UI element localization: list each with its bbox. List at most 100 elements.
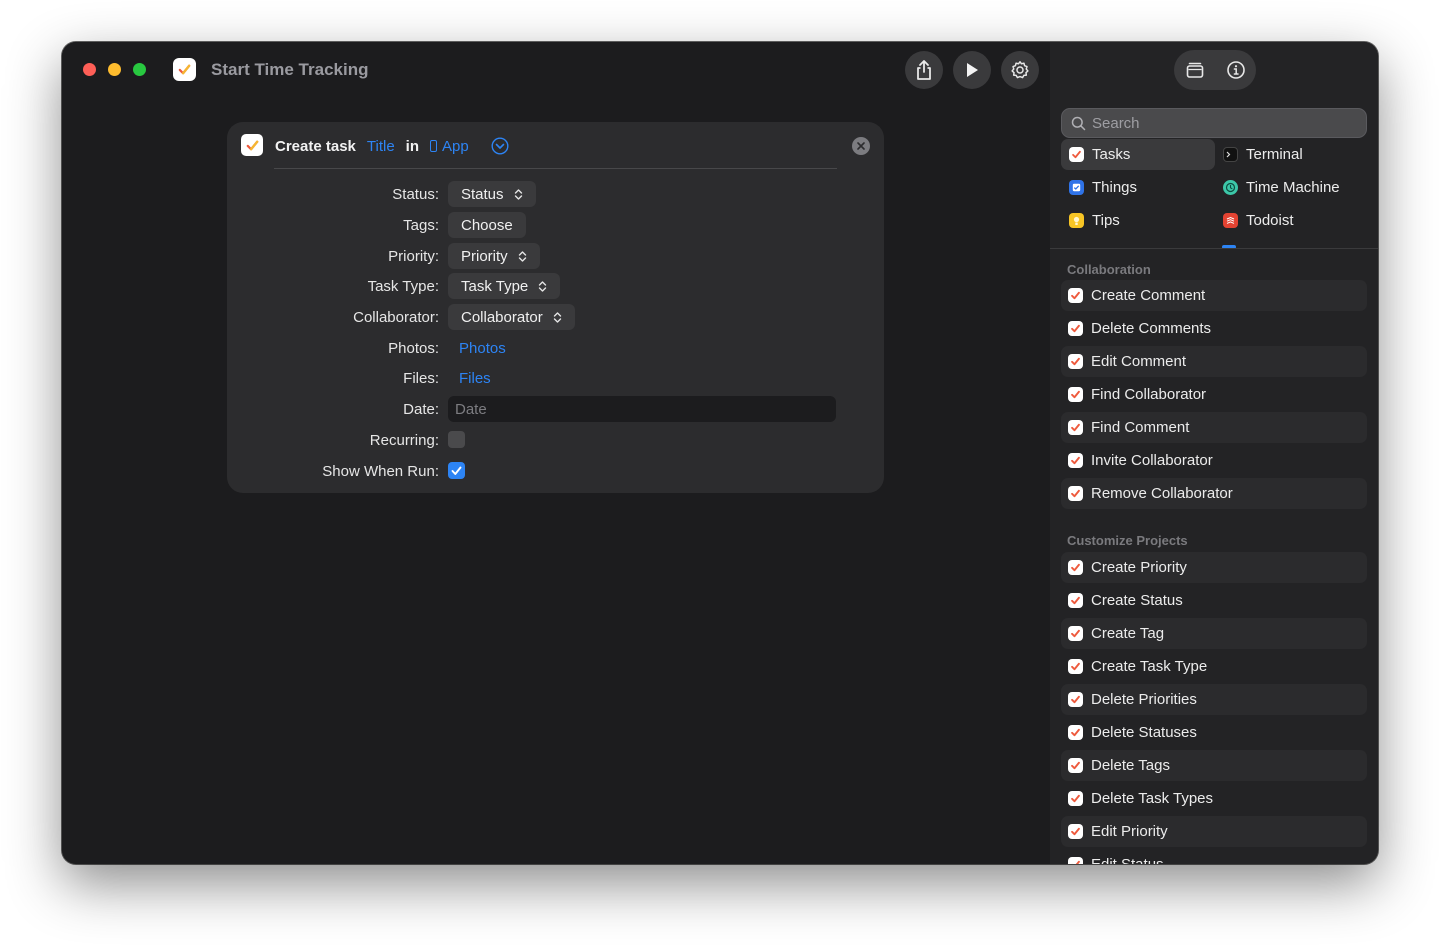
action-row[interactable]: Edit Priority xyxy=(1061,816,1367,847)
task-type-popup-value: Task Type xyxy=(461,277,529,295)
action-row[interactable]: Delete Comments xyxy=(1061,313,1367,344)
create-task-action-card[interactable]: Create task Title in App Status: Status … xyxy=(227,122,884,493)
title-token[interactable]: Title xyxy=(367,138,395,155)
collaborator-popup[interactable]: Collaborator xyxy=(448,304,575,330)
sidebar-segmented-control xyxy=(1174,50,1256,90)
action-row-label: Create Tag xyxy=(1091,625,1165,642)
tags-choose-button[interactable]: Choose xyxy=(448,212,526,238)
time-machine-icon xyxy=(1223,180,1238,195)
share-button[interactable] xyxy=(905,51,943,89)
priority-popup[interactable]: Priority xyxy=(448,243,540,269)
chevron-up-down-icon xyxy=(538,280,547,293)
terminal-icon xyxy=(1223,147,1238,162)
library-tab-button[interactable] xyxy=(1174,50,1215,90)
date-label: Date: xyxy=(403,401,439,418)
action-row[interactable]: Find Collaborator xyxy=(1061,379,1367,410)
action-row[interactable]: Edit Comment xyxy=(1061,346,1367,377)
app-item-label: Tips xyxy=(1092,212,1120,229)
info-tab-button[interactable] xyxy=(1215,50,1256,90)
priority-popup-value: Priority xyxy=(461,247,508,265)
section-title-collaboration: Collaboration xyxy=(1067,262,1151,277)
action-row[interactable]: Create Priority xyxy=(1061,552,1367,583)
action-row[interactable]: Delete Statuses xyxy=(1061,717,1367,748)
collaborator-popup-value: Collaborator xyxy=(461,308,543,326)
photos-link[interactable]: Photos xyxy=(459,340,506,357)
in-word: in xyxy=(405,137,420,155)
show-more-button[interactable] xyxy=(491,137,509,155)
action-row[interactable]: Delete Priorities xyxy=(1061,684,1367,715)
action-row[interactable]: Edit Status xyxy=(1061,849,1367,864)
app-token[interactable]: App xyxy=(430,138,469,155)
action-row[interactable]: Create Comment xyxy=(1061,280,1367,311)
settings-button[interactable] xyxy=(1001,51,1039,89)
close-icon xyxy=(857,142,865,150)
tasks-action-icon xyxy=(241,134,263,156)
window-title: Start Time Tracking xyxy=(211,60,369,79)
close-window-button[interactable] xyxy=(83,63,96,76)
app-item-todoist[interactable]: Todoist xyxy=(1215,205,1369,236)
task-type-label: Task Type: xyxy=(367,278,439,295)
tasks-icon xyxy=(1068,857,1083,864)
action-row[interactable]: Delete Task Types xyxy=(1061,783,1367,814)
app-item-things[interactable]: Things xyxy=(1061,172,1215,203)
tasks-icon xyxy=(1068,420,1083,435)
chevron-up-down-icon xyxy=(514,188,523,201)
recurring-label: Recurring: xyxy=(369,432,439,449)
gear-icon xyxy=(1009,59,1031,81)
tasks-icon xyxy=(1068,354,1083,369)
action-row-label: Delete Priorities xyxy=(1091,691,1197,708)
search-field[interactable] xyxy=(1061,108,1367,138)
chevron-down-circle-icon xyxy=(491,137,509,155)
date-field[interactable]: Date xyxy=(448,396,836,422)
priority-label: Priority: xyxy=(388,248,439,265)
things-icon xyxy=(1069,180,1084,195)
tasks-icon xyxy=(1068,453,1083,468)
editor-pane: Start Time Tracking Create task Title in… xyxy=(62,42,1050,864)
action-row-label: Delete Statuses xyxy=(1091,724,1197,741)
action-row[interactable]: Delete Tags xyxy=(1061,750,1367,781)
tasks-icon xyxy=(1068,824,1083,839)
device-icon xyxy=(430,140,438,152)
zoom-window-button[interactable] xyxy=(133,63,146,76)
show-when-run-checkbox[interactable] xyxy=(448,462,465,479)
photos-label: Photos: xyxy=(388,340,439,357)
tasks-icon xyxy=(1069,147,1084,162)
app-item-time-machine[interactable]: Time Machine xyxy=(1215,172,1369,203)
task-type-popup[interactable]: Task Type xyxy=(448,273,561,299)
action-row[interactable]: Create Tag xyxy=(1061,618,1367,649)
app-item-terminal[interactable]: Terminal xyxy=(1215,139,1369,170)
sidebar-divider xyxy=(1050,248,1378,249)
tasks-icon xyxy=(1068,791,1083,806)
tasks-icon xyxy=(1068,486,1083,501)
tasks-icon xyxy=(1068,593,1083,608)
search-input[interactable] xyxy=(1092,114,1352,132)
action-row[interactable]: Create Status xyxy=(1061,585,1367,616)
header-divider xyxy=(274,168,837,169)
action-row-label: Edit Comment xyxy=(1091,353,1187,370)
action-row-label: Edit Status xyxy=(1091,856,1164,864)
action-row-label: Delete Comments xyxy=(1091,320,1212,337)
action-row-label: Edit Priority xyxy=(1091,823,1168,840)
app-item-label: Time Machine xyxy=(1246,179,1340,196)
section-title-customize-projects: Customize Projects xyxy=(1067,533,1188,548)
remove-action-button[interactable] xyxy=(852,137,870,155)
app-item-label: Things xyxy=(1092,179,1138,196)
run-button[interactable] xyxy=(953,51,991,89)
action-row[interactable]: Invite Collaborator xyxy=(1061,445,1367,476)
recurring-checkbox[interactable] xyxy=(448,431,465,448)
status-label: Status: xyxy=(392,186,439,203)
minimize-window-button[interactable] xyxy=(108,63,121,76)
app-item-tips[interactable]: Tips xyxy=(1061,205,1215,236)
todoist-icon xyxy=(1223,213,1238,228)
action-row[interactable]: Remove Collaborator xyxy=(1061,478,1367,509)
action-library-sidebar: Tasks Terminal Things Time Machine Tips xyxy=(1050,42,1378,864)
action-row[interactable]: Create Task Type xyxy=(1061,651,1367,682)
action-row-label: Create Task Type xyxy=(1091,658,1208,675)
status-popup[interactable]: Status xyxy=(448,181,536,207)
tasks-icon xyxy=(1068,387,1083,402)
files-link[interactable]: Files xyxy=(459,370,491,387)
tasks-icon xyxy=(1068,692,1083,707)
app-item-tasks[interactable]: Tasks xyxy=(1061,139,1215,170)
action-row[interactable]: Find Comment xyxy=(1061,412,1367,443)
tasks-icon xyxy=(1068,725,1083,740)
